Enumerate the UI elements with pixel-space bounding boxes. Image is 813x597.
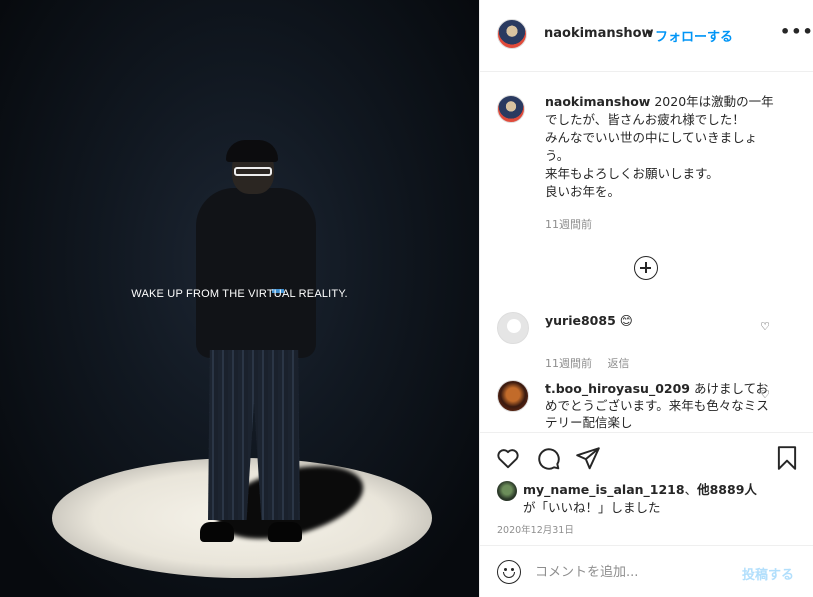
emoji-icon[interactable] bbox=[497, 560, 521, 584]
comment-composer: 投稿する bbox=[480, 545, 813, 597]
commenter-avatar[interactable] bbox=[497, 380, 529, 412]
commenter-username[interactable]: yurie8085 bbox=[545, 313, 616, 328]
caption-line: う。 bbox=[545, 148, 570, 163]
comments-list[interactable]: yurie8085 😊 11週間前 返信 ♡ t.boo_hiroyasu_02… bbox=[480, 300, 813, 432]
author-avatar[interactable] bbox=[497, 19, 527, 49]
hoodie bbox=[196, 188, 316, 358]
caption-line: 来年もよろしくお願いします。 bbox=[545, 166, 719, 181]
likes-text: my_name_is_alan_1218、他8889人 が「いいね！」しました bbox=[523, 481, 783, 517]
share-icon[interactable] bbox=[575, 445, 601, 471]
person-figure bbox=[190, 140, 320, 560]
glasses bbox=[234, 167, 272, 176]
comment-input[interactable] bbox=[535, 562, 725, 582]
likes-suffix: が「いいね！」しました bbox=[523, 500, 661, 515]
likes-count-link[interactable]: 他8889人 bbox=[697, 482, 757, 497]
follow-button[interactable]: フォローする bbox=[655, 26, 733, 45]
left-shoe bbox=[200, 522, 234, 542]
caption-text: naokimanshow 2020年は激動の一年 でしたが、皆さんお疲れ様でした… bbox=[545, 93, 795, 201]
more-options-icon[interactable]: ••• bbox=[780, 22, 813, 41]
comment-body: 😊 bbox=[619, 313, 633, 328]
comment-like-icon[interactable]: ♡ bbox=[760, 320, 770, 333]
post-actions: my_name_is_alan_1218、他8889人 が「いいね！」しました … bbox=[480, 432, 813, 542]
bookmark-icon[interactable] bbox=[774, 445, 800, 471]
post-viewer: WAKE UP FROM THE VIRTUAL REALITY. naokim… bbox=[0, 0, 813, 597]
caption-avatar[interactable] bbox=[497, 95, 525, 123]
right-shoe bbox=[268, 522, 302, 542]
comment-like-icon[interactable]: ♡ bbox=[760, 388, 770, 401]
caption-timestamp[interactable]: 11週間前 bbox=[545, 216, 592, 232]
caption-username[interactable]: naokimanshow bbox=[545, 94, 650, 109]
post-header: naokimanshow • フォローする ••• bbox=[480, 0, 813, 72]
post-photo[interactable]: WAKE UP FROM THE VIRTUAL REALITY. bbox=[0, 0, 479, 597]
reply-button[interactable]: 返信 bbox=[608, 357, 630, 370]
caption-line: みんなでいい世の中にしていきましょ bbox=[545, 130, 758, 145]
comment-meta: 11週間前 返信 bbox=[545, 355, 642, 371]
commenter-username[interactable]: t.boo_hiroyasu_0209 bbox=[545, 381, 690, 396]
liker-avatar[interactable] bbox=[497, 481, 517, 501]
post-comment-button[interactable]: 投稿する bbox=[742, 564, 794, 583]
liker-username[interactable]: my_name_is_alan_1218 bbox=[523, 482, 685, 497]
separator-dot: • bbox=[645, 26, 653, 41]
comment-icon[interactable] bbox=[535, 445, 561, 471]
plaid-trousers bbox=[208, 350, 300, 520]
caption-line: 2020年は激動の一年 bbox=[654, 94, 774, 109]
commenter-avatar[interactable] bbox=[497, 312, 529, 344]
likes-separator: 、 bbox=[684, 482, 698, 497]
cap bbox=[226, 140, 278, 162]
emoji-mouth bbox=[503, 572, 515, 578]
post-date[interactable]: 2020年12月31日 bbox=[497, 522, 574, 536]
load-more-comments-icon[interactable] bbox=[634, 256, 658, 280]
caption-line: でしたが、皆さんお疲れ様でした！ bbox=[545, 112, 745, 127]
comment-text: yurie8085 😊 bbox=[545, 312, 770, 329]
post-side-panel: naokimanshow • フォローする ••• naokimanshow 2… bbox=[479, 0, 813, 597]
comment-text: t.boo_hiroyasu_0209 あけましておめでとうございます。来年も色… bbox=[545, 380, 770, 431]
heart-icon[interactable] bbox=[495, 445, 521, 471]
comment-timestamp[interactable]: 11週間前 bbox=[545, 357, 592, 370]
caption-line: 良いお年を。 bbox=[545, 184, 621, 199]
author-username[interactable]: naokimanshow bbox=[544, 26, 654, 41]
photo-tagline: WAKE UP FROM THE VIRTUAL REALITY. bbox=[131, 288, 348, 300]
